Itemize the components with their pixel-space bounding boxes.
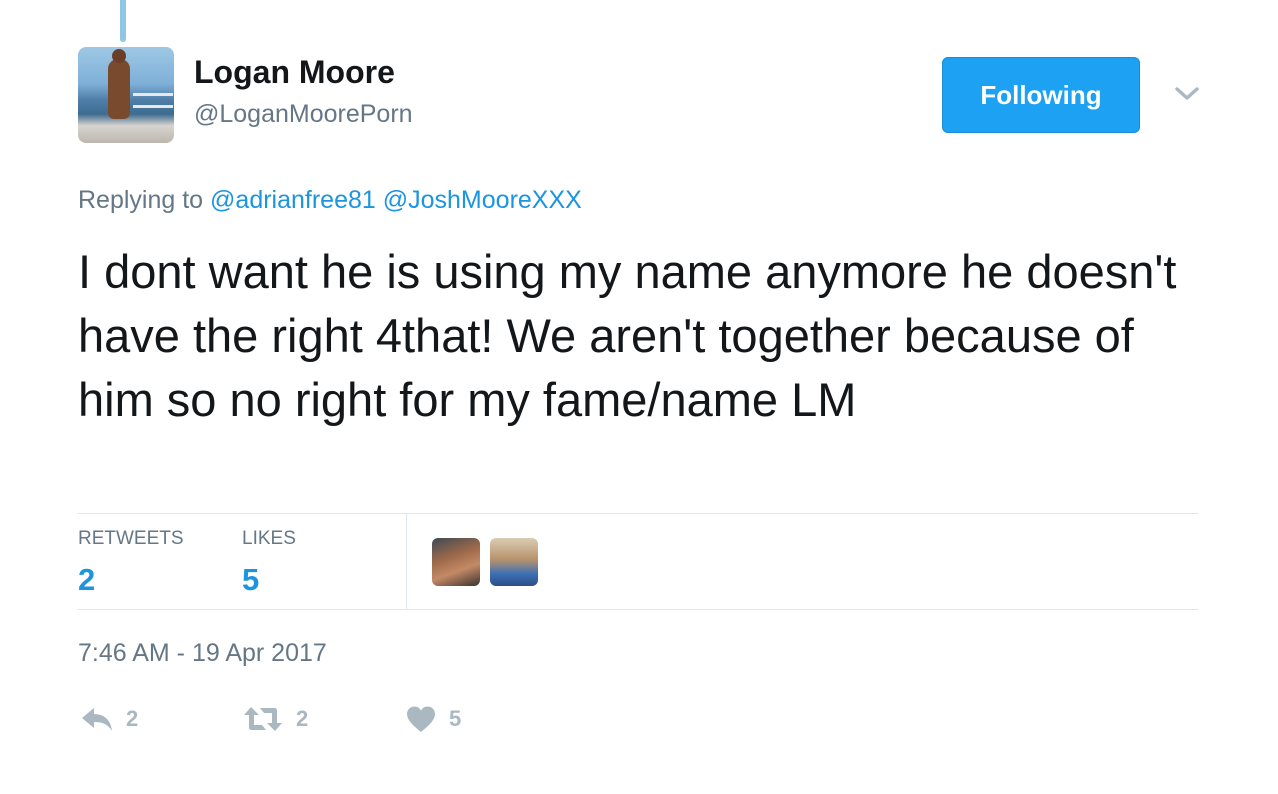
avatar-photo-detail [133, 93, 173, 96]
retweet-count: 2 [296, 706, 309, 731]
stats-divider [406, 514, 407, 609]
avatar-photo-detail [108, 59, 130, 119]
conversation-thread-line [120, 0, 126, 42]
retweets-label: RETWEETS [78, 528, 184, 549]
author-screen-name[interactable]: @LoganMoorePorn [194, 100, 413, 129]
liker-avatar[interactable] [432, 538, 480, 586]
avatar-photo-detail [112, 49, 126, 63]
retweet-icon [244, 707, 282, 731]
tweet-timestamp[interactable]: 7:46 AM - 19 Apr 2017 [78, 639, 327, 668]
tweet-stats: RETWEETS 2 LIKES 5 [78, 513, 1198, 610]
chevron-down-icon [1175, 87, 1199, 100]
author-avatar[interactable] [78, 47, 174, 143]
mention-link[interactable]: @adrianfree81 [210, 186, 376, 214]
like-button[interactable]: 5 [405, 702, 461, 736]
retweets-stat[interactable]: RETWEETS 2 [78, 528, 184, 598]
avatar-photo-detail [133, 105, 173, 108]
tweet-menu-caret[interactable] [1170, 80, 1204, 108]
liker-avatar[interactable] [490, 538, 538, 586]
likes-label: LIKES [242, 528, 296, 549]
heart-icon [407, 706, 435, 732]
reply-context-prefix: Replying to [78, 186, 204, 214]
retweets-count: 2 [78, 562, 96, 597]
tweet-text: I dont want he is using my name anymore … [78, 245, 1177, 426]
author-display-name[interactable]: Logan Moore [194, 54, 395, 91]
likes-count: 5 [242, 562, 260, 597]
likes-stat[interactable]: LIKES 5 [242, 528, 296, 598]
mention-link[interactable]: @JoshMooreXXX [383, 186, 582, 214]
reply-button[interactable]: 2 [80, 702, 138, 736]
reply-icon [82, 708, 112, 731]
retweet-button[interactable]: 2 [242, 702, 308, 736]
following-button[interactable]: Following [942, 57, 1140, 133]
reply-count: 2 [126, 706, 139, 731]
reply-context: Replying to @adrianfree81 @JoshMooreXXX [78, 186, 582, 215]
like-count: 5 [449, 706, 462, 731]
